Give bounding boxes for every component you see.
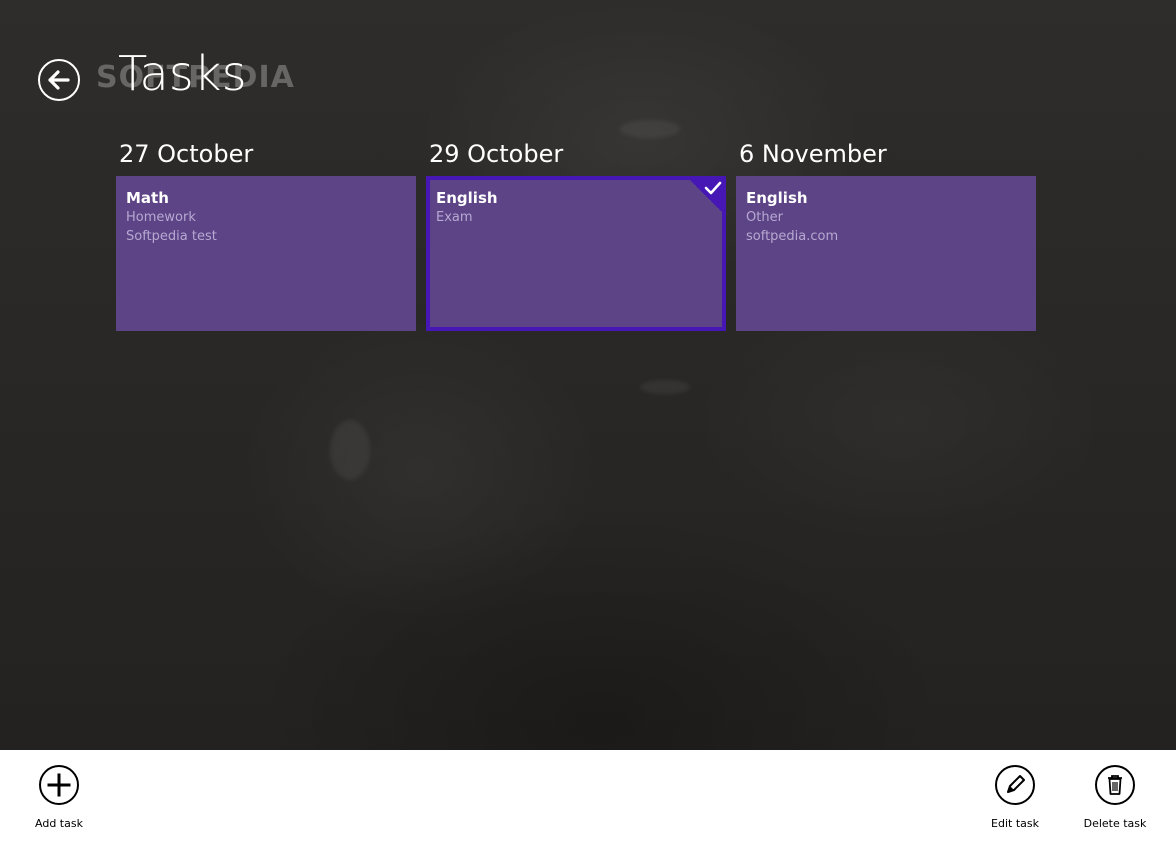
chalkboard-background [0,0,1176,750]
date-group: 29 October English Exam [426,138,726,331]
group-date-header[interactable]: 27 October [116,138,416,172]
chalk-smudge [640,380,690,394]
task-tile[interactable]: English Other softpedia.com [736,176,1036,331]
edit-task-button[interactable]: Edit task [970,765,1060,830]
add-task-ring [39,765,79,805]
task-tile-selected[interactable]: English Exam [426,176,726,331]
app-bar: Add task Edit task Delete task [0,750,1176,854]
group-date-header[interactable]: 29 October [426,138,726,172]
chalk-smudge [330,420,370,480]
tasks-screen: SOFTPEDIA Tasks 27 October Math Homework… [0,0,1176,854]
delete-task-ring [1095,765,1135,805]
delete-task-button[interactable]: Delete task [1070,765,1160,830]
plus-icon [47,773,71,797]
date-group: 27 October Math Homework Softpedia test [116,138,416,331]
task-subject: English [746,189,808,207]
task-type: Exam [436,210,473,225]
page-title: Tasks [118,46,247,102]
selection-corner [686,176,726,216]
task-note: Softpedia test [126,229,217,244]
pencil-icon [1007,775,1025,793]
edit-task-ring [995,765,1035,805]
task-tile[interactable]: Math Homework Softpedia test [116,176,416,331]
back-arrow-icon [48,70,70,90]
task-type: Homework [126,210,196,225]
edit-task-label: Edit task [991,817,1039,830]
chalk-smudge [620,120,680,138]
delete-task-label: Delete task [1083,817,1147,830]
task-note: softpedia.com [746,229,839,244]
add-task-label: Add task [35,817,83,830]
add-task-button[interactable]: Add task [14,765,104,830]
task-type: Other [746,210,783,225]
date-group: 6 November English Other softpedia.com [736,138,1036,331]
group-date-header[interactable]: 6 November [736,138,1036,172]
task-subject: Math [126,189,169,207]
back-button[interactable] [38,59,80,101]
task-subject: English [436,189,498,207]
trash-icon [1108,775,1122,795]
checkmark-icon [704,181,722,195]
